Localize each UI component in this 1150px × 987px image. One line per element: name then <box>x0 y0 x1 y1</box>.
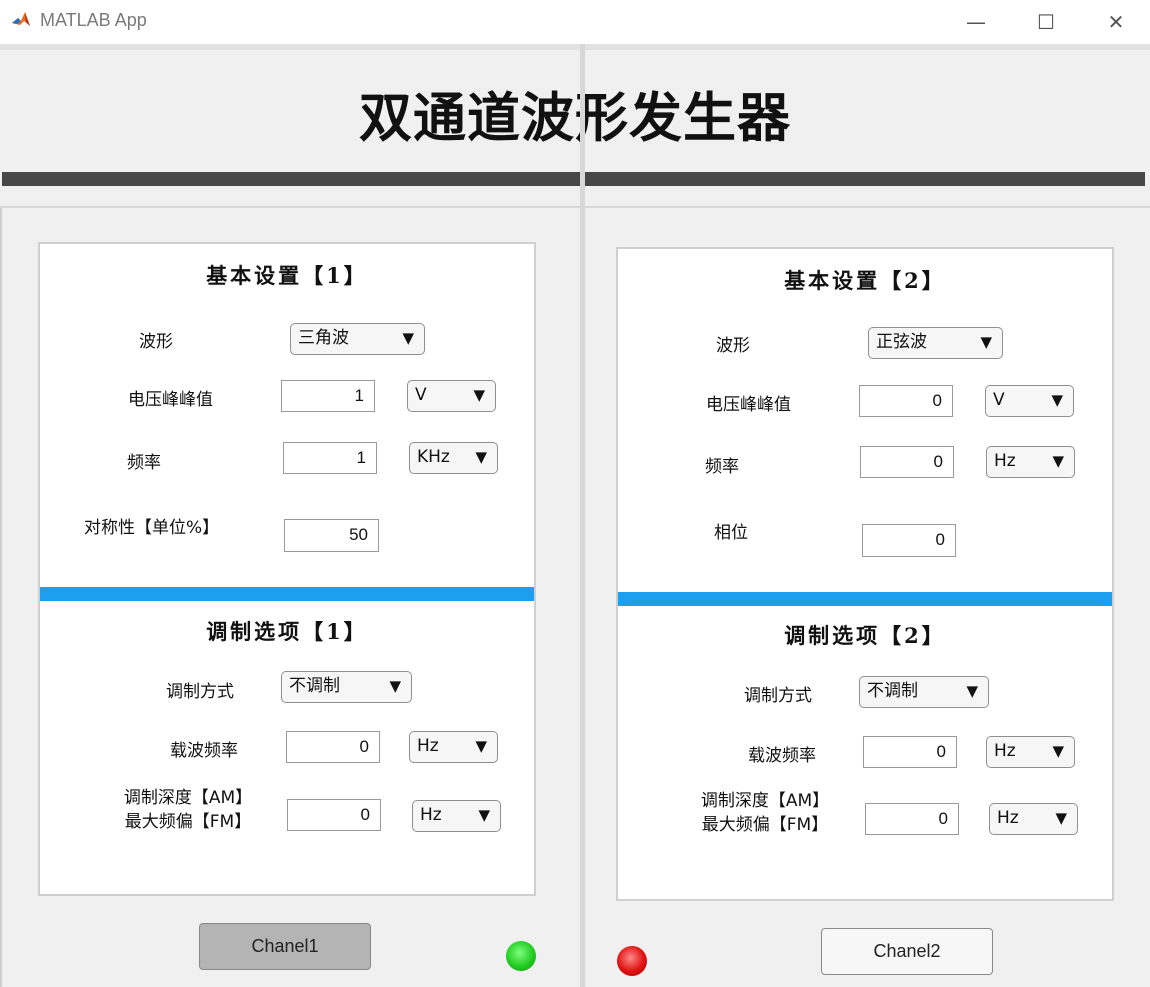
channel2-carrier-unit-value: Hz <box>994 741 1016 761</box>
channel2-frequency-label: 频率 <box>705 457 739 477</box>
channel1-depth-unit-value: Hz <box>420 805 442 825</box>
channel1-depth-label: 调制深度【AM】 最大频偏【FM】 <box>118 786 258 834</box>
channel2-amplitude-input[interactable]: 0 <box>859 385 953 417</box>
channel2-amplitude-label: 电压峰峰值 <box>706 395 791 415</box>
channel1-waveform-label: 波形 <box>139 332 173 352</box>
channel1-depth-label-line2: 最大频偏【FM】 <box>124 812 252 832</box>
channel2-amplitude-unit-dropdown[interactable]: V ▼ <box>985 385 1074 417</box>
channel1-frequency-unit-dropdown[interactable]: KHz ▼ <box>409 442 498 474</box>
channel1-section-divider <box>40 587 534 601</box>
window-title: MATLAB App <box>40 10 147 30</box>
channel2-depth-label: 调制深度【AM】 最大频偏【FM】 <box>695 789 835 837</box>
channel2-depth-label-line2: 最大频偏【FM】 <box>701 815 829 835</box>
channel1-mode-dropdown[interactable]: 不调制 ▼ <box>281 671 412 703</box>
channel1-amplitude-unit-value: V <box>415 385 427 405</box>
channel1-amplitude-unit-dropdown[interactable]: V ▼ <box>407 380 496 412</box>
page-title: 双通道波形发生器 <box>359 88 791 149</box>
channel1-carrier-unit-dropdown[interactable]: Hz ▼ <box>409 731 498 763</box>
channel2-carrier-label: 载波频率 <box>748 746 816 766</box>
channel1-mode-value: 不调制 <box>289 676 340 696</box>
channel1-symmetry-input[interactable]: 50 <box>284 519 379 552</box>
panel-divider <box>580 44 585 987</box>
channel1-frequency-input[interactable]: 1 <box>283 442 377 474</box>
channel1-settings-card <box>38 242 536 896</box>
dropdown-arrow-icon: ▼ <box>1052 742 1064 760</box>
channel2-depth-unit-dropdown[interactable]: Hz ▼ <box>989 803 1078 835</box>
channel2-frequency-unit-dropdown[interactable]: Hz ▼ <box>986 446 1075 478</box>
close-icon[interactable]: ✕ <box>1101 8 1131 36</box>
dropdown-arrow-icon: ▼ <box>478 806 490 824</box>
channel1-symmetry-label: 对称性【单位%】 <box>84 518 220 538</box>
channel1-modulation-title: 调制选项【1】 <box>206 619 368 644</box>
channel2-basic-title: 基本设置【2】 <box>784 268 946 293</box>
channel1-depth-input[interactable]: 0 <box>287 799 381 831</box>
channel2-mode-dropdown[interactable]: 不调制 ▼ <box>859 676 989 708</box>
dropdown-arrow-icon: ▼ <box>1055 809 1067 827</box>
channel2-depth-input[interactable]: 0 <box>865 803 959 835</box>
channel2-section-divider <box>618 592 1112 606</box>
channel2-modulation-title: 调制选项【2】 <box>784 623 946 648</box>
dropdown-arrow-icon: ▼ <box>389 677 401 695</box>
channel2-waveform-dropdown[interactable]: 正弦波 ▼ <box>868 327 1003 359</box>
channel2-mode-value: 不调制 <box>867 681 918 701</box>
channel2-depth-unit-value: Hz <box>997 808 1019 828</box>
channel2-depth-label-line1: 调制深度【AM】 <box>700 791 830 811</box>
dropdown-arrow-icon: ▼ <box>473 386 485 404</box>
matlab-logo-icon <box>10 9 32 31</box>
channel2-frequency-input[interactable]: 0 <box>860 446 954 478</box>
channel2-carrier-unit-dropdown[interactable]: Hz ▼ <box>986 736 1075 768</box>
channel2-waveform-label: 波形 <box>716 336 750 356</box>
dropdown-arrow-icon: ▼ <box>980 333 992 351</box>
channel1-depth-label-line1: 调制深度【AM】 <box>123 788 253 808</box>
minimize-icon[interactable]: — <box>961 8 991 36</box>
channel1-amplitude-label: 电压峰峰值 <box>128 390 213 410</box>
channel2-frequency-unit-value: Hz <box>994 451 1016 471</box>
dropdown-arrow-icon: ▼ <box>1052 452 1064 470</box>
channel2-phase-input[interactable]: 0 <box>862 524 956 557</box>
channel1-amplitude-input[interactable]: 1 <box>281 380 375 412</box>
channel1-waveform-value: 三角波 <box>298 328 349 348</box>
channel1-button[interactable]: Chanel1 <box>199 923 371 970</box>
dropdown-arrow-icon: ▼ <box>402 329 414 347</box>
channel1-frequency-label: 频率 <box>127 453 161 473</box>
channel1-carrier-unit-value: Hz <box>417 736 439 756</box>
channel1-carrier-label: 载波频率 <box>170 741 238 761</box>
channel1-mode-label: 调制方式 <box>166 682 234 702</box>
channel2-mode-label: 调制方式 <box>744 686 812 706</box>
channel1-carrier-input[interactable]: 0 <box>286 731 380 763</box>
dropdown-arrow-icon: ▼ <box>475 737 487 755</box>
channel2-button[interactable]: Chanel2 <box>821 928 993 975</box>
header-divider-bar <box>2 172 1145 186</box>
channel2-amplitude-unit-value: V <box>993 390 1005 410</box>
dropdown-arrow-icon: ▼ <box>1051 391 1063 409</box>
channel1-waveform-dropdown[interactable]: 三角波 ▼ <box>290 323 425 355</box>
channel1-basic-title: 基本设置【1】 <box>206 263 368 288</box>
channel1-status-lamp <box>506 941 536 971</box>
dropdown-arrow-icon: ▼ <box>475 448 487 466</box>
channel1-frequency-unit-value: KHz <box>417 447 450 467</box>
channel2-phase-label: 相位 <box>714 523 748 543</box>
dropdown-arrow-icon: ▼ <box>966 682 978 700</box>
channel1-depth-unit-dropdown[interactable]: Hz ▼ <box>412 800 501 832</box>
channel2-carrier-input[interactable]: 0 <box>863 736 957 768</box>
channel2-waveform-value: 正弦波 <box>876 332 927 352</box>
channel2-status-lamp <box>617 946 647 976</box>
maximize-icon[interactable]: ☐ <box>1031 8 1061 36</box>
